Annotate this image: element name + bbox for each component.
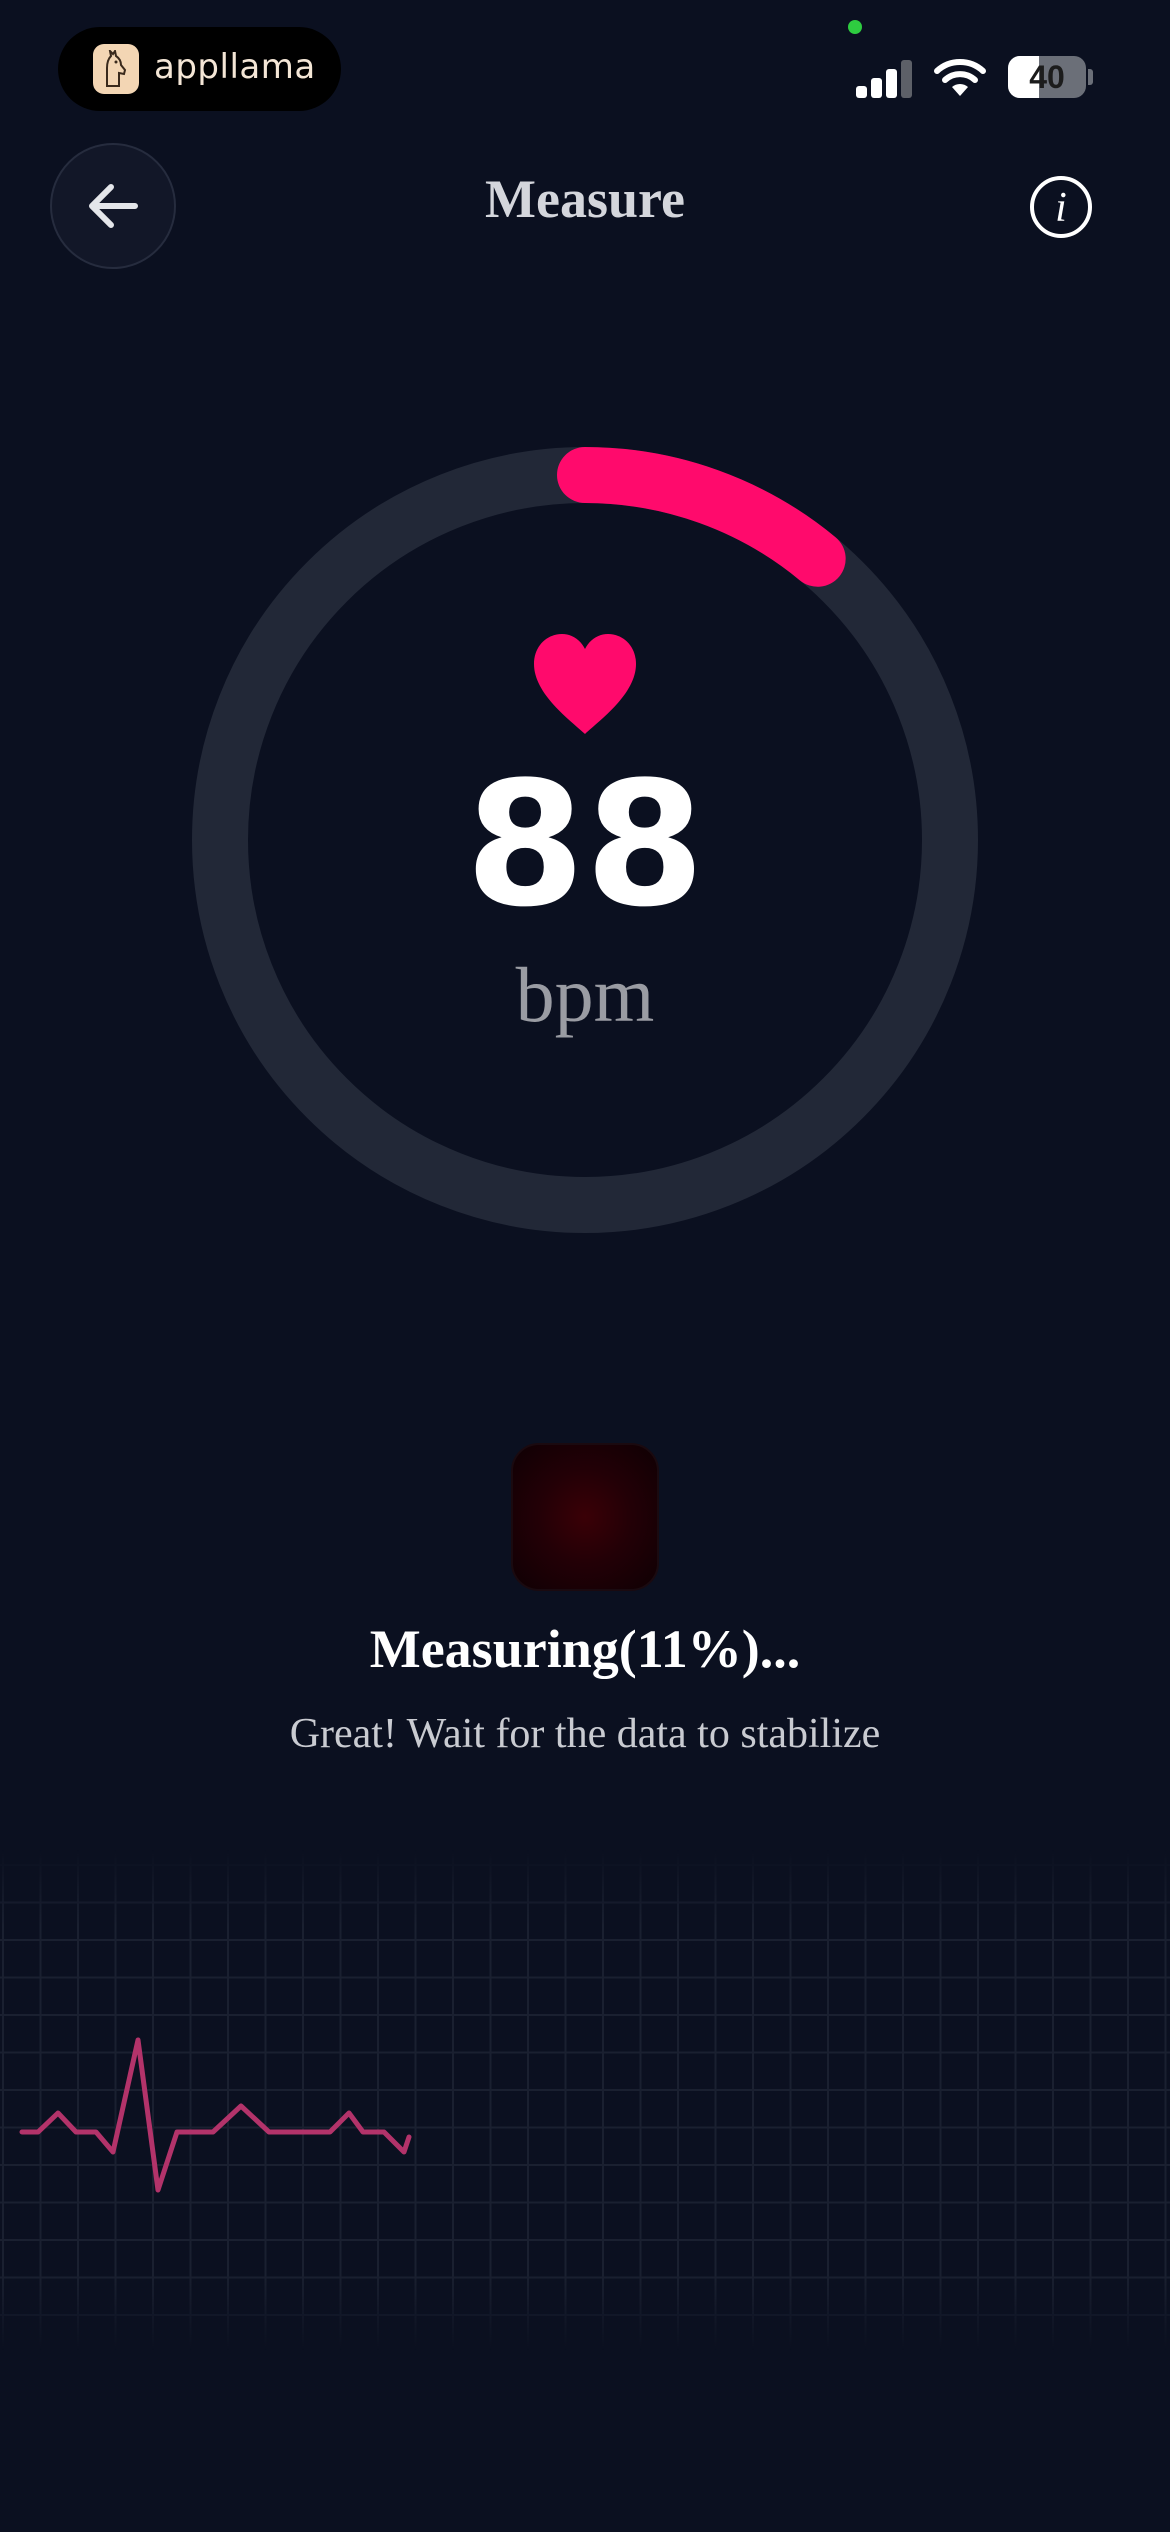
measuring-hint: Great! Wait for the data to stabilize [289,1711,881,1757]
status-bar: appllama 40 [0,0,1170,130]
battery-nub [1088,69,1093,85]
privacy-indicator [848,20,862,34]
wifi-icon [934,59,986,96]
camera-preview [511,1443,659,1591]
info-icon: i [1055,185,1067,231]
info-button[interactable]: i [1030,176,1092,238]
heart-icon [534,634,636,734]
battery-icon: 40 [1008,56,1086,98]
llama-logo-icon [93,44,139,94]
measuring-status: Measuring(11%)... [369,1619,801,1679]
app-badge: appllama [58,27,341,111]
battery-percent: 40 [1029,59,1065,95]
cellular-signal-icon [856,58,914,98]
ecg-chart [0,1850,1170,2350]
heart-rate-unit: bpm [515,951,655,1038]
heart-rate-value: 88 [465,744,705,945]
page-title: Measure [485,169,685,229]
ecg-grid [0,1850,1170,2350]
ecg-waveform [19,2037,412,2193]
progress-ring-arc [557,447,846,587]
app-name: appllama [154,47,316,87]
